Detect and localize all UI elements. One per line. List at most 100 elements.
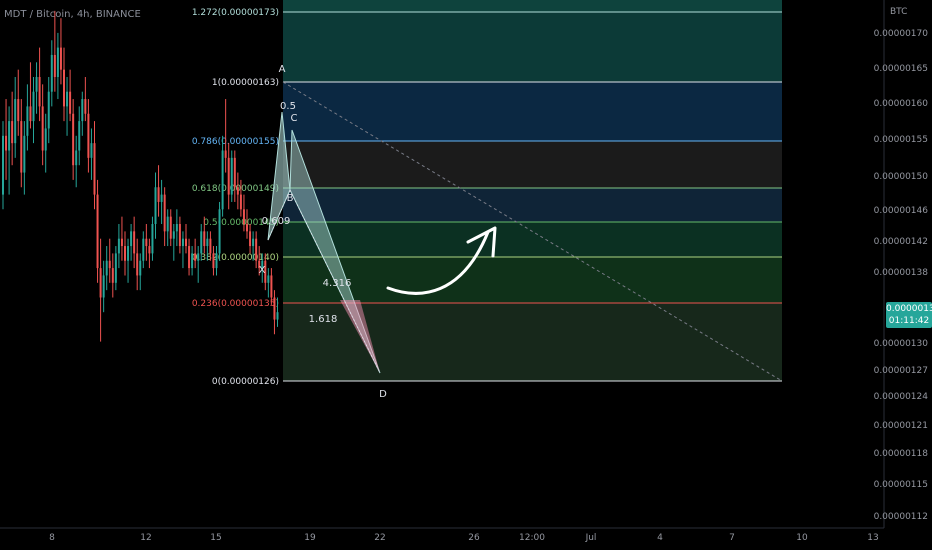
y-tick-label: 0.00000160 [874, 99, 929, 109]
candle-body [175, 224, 178, 232]
candle-body [14, 99, 17, 144]
price-unit: BTC [890, 7, 908, 17]
fib-band [283, 222, 782, 257]
y-tick-label: 0.00000130 [874, 339, 929, 349]
y-tick-label: 0.00000155 [874, 135, 928, 145]
candle-body [130, 231, 133, 247]
candle-body [267, 275, 270, 283]
candle-body [111, 268, 114, 283]
candle-body [96, 194, 99, 269]
candle-body [117, 238, 120, 254]
candle-body [90, 143, 93, 158]
y-tick-label: 0.00000118 [874, 449, 929, 459]
candle-body [200, 231, 203, 254]
candle-body [72, 113, 75, 166]
y-tick-label: 0.00000150 [874, 172, 929, 182]
y-tick-label: 0.00000124 [874, 392, 929, 402]
candle-body [178, 224, 181, 247]
candle-body [227, 157, 230, 195]
fib-level-label: 0.236(0.00000135) [192, 299, 279, 309]
candle-body [108, 260, 111, 269]
harmonic-ratio-label: 1.618 [309, 314, 338, 325]
harmonic-ratio-label: 4.316 [323, 278, 352, 289]
fib-level-label: 1(0.00000163) [212, 78, 279, 88]
candlestick-chart[interactable]: 1.272(0.00000173) 1(0.00000163) 0.786(0.00… [0, 0, 932, 550]
candle-body [75, 150, 78, 166]
candle-body [242, 209, 245, 224]
candle-body [114, 253, 117, 283]
candle-body [224, 150, 227, 158]
candle-body [215, 253, 218, 269]
candle-body [203, 231, 206, 247]
x-tick-label: 12:00 [519, 533, 545, 543]
last-price: 0.00000134 [886, 304, 932, 314]
candle-body [44, 128, 47, 151]
candle-body [185, 238, 187, 247]
candle-body [93, 143, 96, 195]
y-tick-label: 0.00000115 [874, 480, 928, 490]
candle-body [47, 91, 50, 129]
candle-body [23, 135, 26, 173]
y-tick-label: 0.00000121 [874, 421, 928, 431]
symbol-title: MDT / Bitcoin, 4h, BINANCE [4, 9, 141, 20]
candle-body [124, 246, 126, 261]
candle-body [120, 238, 123, 247]
candle-body [252, 238, 255, 247]
candle-body [20, 121, 23, 173]
candle-body [255, 238, 258, 261]
candle-body [181, 238, 184, 247]
candle-body [50, 54, 53, 92]
candle-body [160, 194, 163, 202]
harmonic-point-label: A [279, 64, 286, 75]
x-tick-label: 26 [468, 533, 480, 543]
candle-body [5, 135, 8, 151]
candle-body [78, 121, 81, 151]
candle-body [221, 150, 224, 210]
x-tick-label: 15 [210, 533, 221, 543]
fib-band [283, 12, 782, 82]
fib-band [283, 141, 782, 188]
candle-body [172, 231, 175, 239]
y-tick-label: 0.00000170 [874, 29, 929, 39]
candle-body [273, 297, 276, 320]
candle-body [136, 253, 139, 276]
candle-body [157, 187, 160, 202]
candle-body [29, 106, 32, 122]
candle-body [239, 194, 242, 210]
candle-body [218, 209, 221, 254]
fib-level-label: 0.786(0.00000155) [192, 137, 279, 147]
candle-body [276, 312, 279, 320]
candle-body [151, 224, 154, 254]
candle-body [41, 106, 44, 151]
candle-body [246, 224, 248, 232]
candle-body [38, 77, 41, 107]
harmonic-point-label: X [259, 265, 266, 276]
candle-body [102, 275, 105, 298]
harmonic-point-label: C [291, 113, 298, 124]
candle-body [127, 246, 130, 261]
candle-body [270, 275, 273, 298]
y-tick-label: 0.00000138 [874, 268, 929, 278]
candle-body [105, 260, 108, 276]
fib-band [283, 0, 782, 12]
fib-band [283, 82, 782, 141]
x-tick-label: 4 [657, 533, 663, 543]
candle-body [191, 253, 194, 269]
fib-band [283, 188, 782, 222]
last-price-tag: 0.00000134 01:11:42 [886, 302, 932, 328]
candle-body [35, 77, 38, 92]
x-tick-label: 19 [304, 533, 316, 543]
candle-body [169, 216, 172, 239]
candle-body [209, 238, 212, 254]
x-tick-label: 13 [867, 533, 878, 543]
chart-area[interactable]: 1.272(0.00000173) 1(0.00000163) 0.786(0.00… [0, 0, 932, 550]
candle-body [63, 69, 65, 107]
candle-body [32, 91, 35, 122]
candle-body [154, 187, 157, 224]
y-tick-label: 0.00000112 [874, 512, 928, 522]
x-tick-label: 8 [49, 533, 55, 543]
candle-body [139, 260, 142, 276]
candle-body [230, 157, 233, 195]
candle-body [17, 99, 20, 122]
bar-countdown: 01:11:42 [888, 316, 930, 326]
